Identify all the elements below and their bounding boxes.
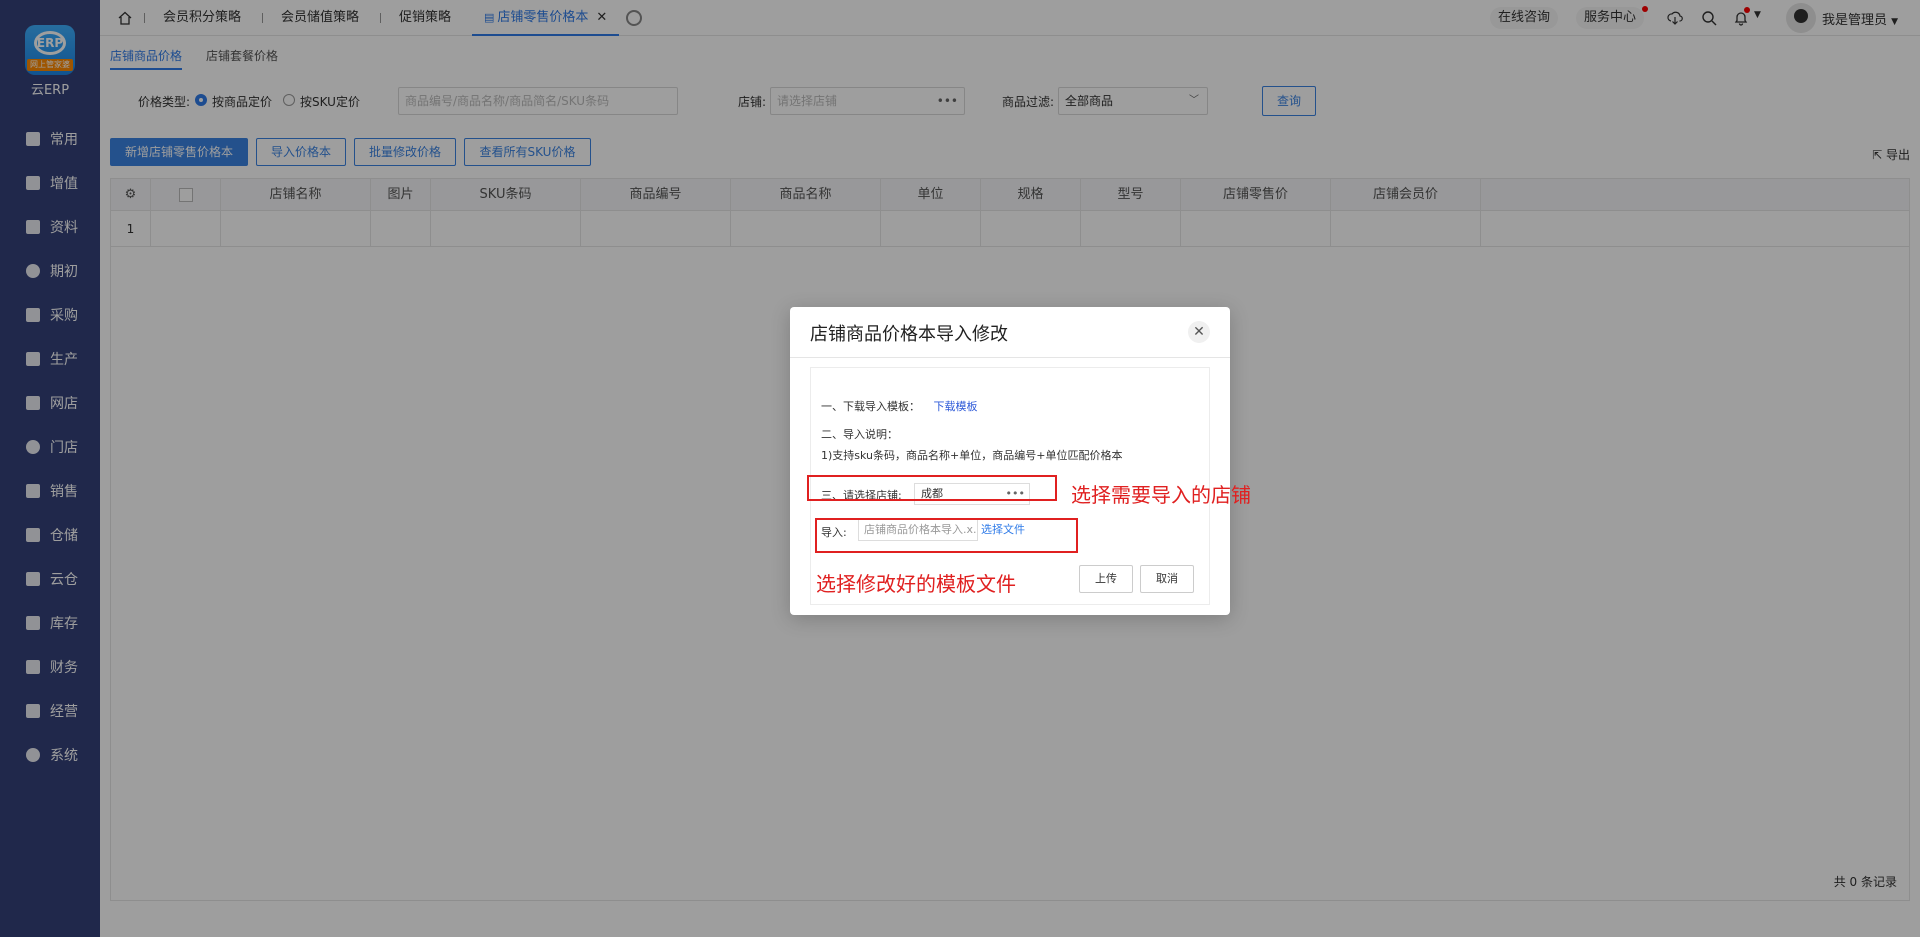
step1-label: 一、下载导入模板： <box>821 400 920 413</box>
close-icon[interactable]: ✕ <box>1188 321 1210 343</box>
cancel-button[interactable]: 取消 <box>1140 565 1194 593</box>
step1: 一、下载导入模板： 下载模板 <box>821 398 978 414</box>
highlight-file-box <box>815 518 1078 553</box>
store-hint: 选择需要导入的店铺 <box>1071 483 1251 507</box>
upload-button[interactable]: 上传 <box>1079 565 1133 593</box>
file-hint: 选择修改好的模板文件 <box>816 572 1016 596</box>
step2-desc: 1)支持sku条码，商品名称+单位，商品编号+单位匹配价格本 <box>821 449 1123 462</box>
dialog-title: 店铺商品价格本导入修改 <box>810 324 1008 345</box>
divider <box>790 357 1230 358</box>
highlight-store-box <box>807 475 1057 501</box>
download-template-link[interactable]: 下载模板 <box>934 400 978 413</box>
step2-label: 二、导入说明： <box>821 428 898 441</box>
